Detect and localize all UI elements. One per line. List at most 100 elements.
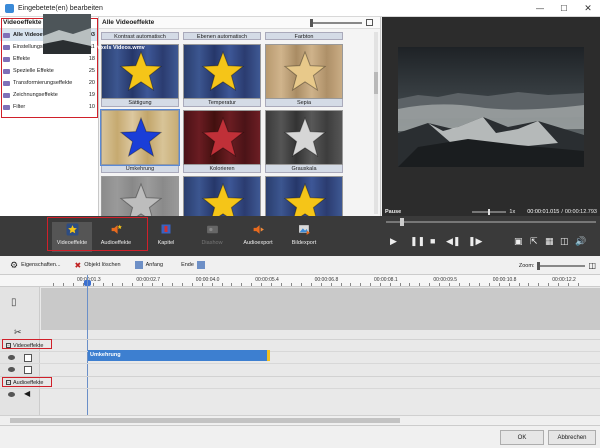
- category-item[interactable]: Transformierungseffekte 20: [0, 77, 98, 89]
- effect-tile[interactable]: Prägen: [101, 176, 179, 216]
- maximize-button[interactable]: ☐: [552, 0, 576, 17]
- preview-frame: [398, 47, 584, 167]
- effect-tile-top[interactable]: Kontrast automatisch: [101, 32, 179, 40]
- ruler-tick-label: 00:00:04.0: [195, 277, 220, 283]
- thumbnail-size-slider[interactable]: [310, 18, 362, 27]
- ruler-tick-mark: [241, 283, 243, 286]
- eye-icon[interactable]: [8, 392, 15, 397]
- delete-object-button[interactable]: ✖ Objekt löschen: [75, 261, 121, 270]
- effect-thumbnail: [101, 44, 179, 99]
- scissors-icon[interactable]: ✂: [14, 327, 22, 338]
- window-title: Eingebetete(en) bearbeiten: [18, 4, 103, 12]
- close-button[interactable]: ✕: [576, 0, 600, 17]
- timeline-horizontal-scrollbar[interactable]: [0, 415, 600, 424]
- collapse-icon[interactable]: −: [6, 380, 11, 385]
- ruler-tick-mark: [518, 283, 520, 286]
- previous-frame-icon[interactable]: ◀❚: [446, 236, 460, 247]
- effect-tile[interactable]: Umkehrung: [100, 109, 180, 173]
- cancel-button[interactable]: Abbrechen: [548, 430, 596, 445]
- effect-clip-umkehrung[interactable]: Umkehrung: [88, 350, 270, 361]
- current-time: 00:00:01.015: [527, 209, 560, 215]
- effect-thumbnail: [183, 110, 261, 165]
- snapshot-icon[interactable]: ▣: [514, 236, 523, 247]
- collapse-icon[interactable]: −: [6, 343, 11, 348]
- audioexport-button[interactable]: Audioexport: [238, 222, 278, 252]
- diashow-label: Diashow: [201, 240, 223, 246]
- grid-view-icon[interactable]: [366, 19, 373, 26]
- video-clip-thumbnail[interactable]: [43, 14, 91, 54]
- effect-tile[interactable]: Sepia: [265, 44, 343, 107]
- fit-icon[interactable]: ◫: [560, 236, 569, 247]
- volume-icon[interactable]: 🔊: [575, 236, 586, 247]
- video-effects-section-label: Videoeffekte: [13, 342, 44, 349]
- audioeffekte-button[interactable]: Audioeffekte: [96, 222, 136, 252]
- category-item[interactable]: Zeichnungseffekte 19: [0, 89, 98, 101]
- effect-thumbnail: [183, 44, 261, 99]
- ruler-tick-mark: [508, 283, 510, 286]
- start-marker-button[interactable]: Anfang: [134, 261, 163, 269]
- ruler-tick-mark: [63, 283, 64, 286]
- ruler-tick-mark: [103, 283, 104, 286]
- audio-mute-icon[interactable]: ◀: [24, 389, 30, 398]
- effect-tile[interactable]: Temperatur: [183, 44, 261, 107]
- track-lock-icon[interactable]: [24, 354, 32, 362]
- stop-icon[interactable]: ■: [430, 236, 435, 246]
- effects-title: Alle Videoeffekte: [102, 19, 155, 26]
- total-time: 00:00:12.793: [564, 209, 597, 215]
- effect-tile[interactable]: Weichzeichnen: [265, 176, 343, 216]
- zoom-slider[interactable]: [537, 261, 586, 270]
- eye-icon[interactable]: [8, 355, 15, 360]
- effects-scrollbar[interactable]: [374, 32, 378, 214]
- effect-tile-label: Kontrast automatisch: [101, 32, 179, 40]
- next-frame-icon[interactable]: ❚▶: [468, 236, 482, 247]
- effect-tile[interactable]: Kolorieren: [183, 110, 261, 173]
- ruler-tick-mark: [201, 283, 203, 286]
- fullscreen-icon[interactable]: ▦: [545, 236, 554, 247]
- ruler-tick-mark: [310, 283, 312, 286]
- minimize-button[interactable]: —: [528, 0, 552, 17]
- playback-scrubber[interactable]: [386, 218, 596, 226]
- kapitel-label: Kapitel: [157, 240, 175, 246]
- category-item[interactable]: Filter 10: [0, 101, 98, 113]
- bildexport-button[interactable]: Bildexport: [284, 222, 324, 252]
- effect-tile[interactable]: Sättigung: [101, 44, 179, 107]
- effect-tile-label: Umkehrung: [101, 165, 179, 173]
- export-frame-icon[interactable]: ⇱: [530, 236, 538, 247]
- effect-tile[interactable]: Grauskala: [265, 110, 343, 173]
- app-icon: [5, 3, 14, 13]
- kapitel-button[interactable]: Kapitel: [146, 222, 186, 252]
- zoom-fit-icon[interactable]: ◫: [588, 261, 596, 270]
- bildexport-label: Bildexport: [291, 240, 317, 246]
- pause-icon[interactable]: ❚❚: [410, 236, 425, 247]
- star-icon: [119, 50, 163, 92]
- ruler-tick-mark: [231, 283, 233, 286]
- properties-label: Eigenschaften...: [21, 262, 61, 268]
- category-item[interactable]: Effekte 18: [0, 53, 98, 65]
- effect-tile-top[interactable]: Ebenen automatisch: [183, 32, 261, 40]
- end-marker-button[interactable]: Ende: [181, 261, 205, 269]
- ruler-tick-mark: [439, 283, 441, 286]
- videoeffekte-button[interactable]: Videoeffekte: [52, 222, 92, 252]
- track-lock-icon[interactable]: [24, 366, 32, 374]
- effect-tile[interactable]: Scharfstellen: [183, 176, 261, 216]
- effect-tile-top[interactable]: Farbton: [265, 32, 343, 40]
- category-label: Filter: [13, 104, 26, 110]
- speaker-star-icon: [109, 222, 123, 236]
- delete-label: Objekt löschen: [84, 262, 121, 268]
- effect-thumbnail: [265, 110, 343, 165]
- audio-effect-track-1: ◀: [0, 388, 600, 400]
- eye-icon[interactable]: [8, 367, 15, 372]
- ruler-tick-mark: [330, 283, 332, 286]
- ruler-tick-mark: [360, 283, 361, 286]
- ruler-tick-mark: [181, 283, 183, 286]
- play-icon[interactable]: ▶: [390, 236, 397, 247]
- effect-thumbnail: [183, 176, 261, 216]
- ruler-tick-mark: [350, 283, 351, 286]
- speed-slider[interactable]: [472, 209, 507, 215]
- audio-effects-section[interactable]: − Audioeffekte: [0, 376, 600, 388]
- audioeffekte-label: Audioeffekte: [100, 240, 132, 246]
- delete-icon: ✖: [74, 260, 82, 270]
- ok-button[interactable]: OK: [500, 430, 544, 445]
- properties-button[interactable]: ⚙ Eigenschaften...: [10, 260, 61, 271]
- category-item[interactable]: Spezielle Effekte 25: [0, 65, 98, 77]
